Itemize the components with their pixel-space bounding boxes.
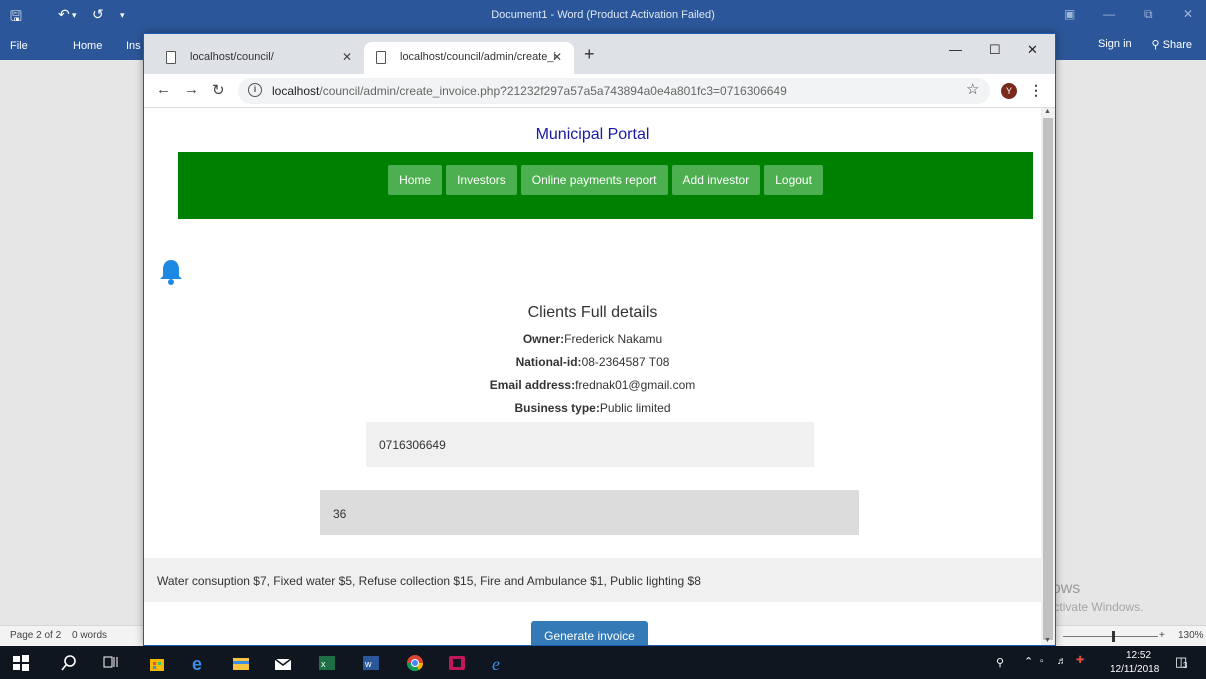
browser-toolbar: ← → ↻ i localhost/council/admin/create_i… [144,74,1055,108]
svg-text:w: w [364,659,372,669]
tab-title: localhost/council/ [190,51,274,63]
ribbon-display-icon[interactable]: ▣ [1064,7,1075,21]
tab-title: localhost/council/admin/create_i [400,51,556,63]
internet-explorer-icon[interactable]: e [490,654,508,672]
page-scrollbar[interactable]: ▲ ▼ [1041,108,1055,645]
word-title-bar: 🖫 ↶ ▾ ↺ ▾ Document1 - Word (Product Acti… [0,0,1206,32]
svg-text:e: e [492,654,500,672]
forward-icon[interactable]: → [184,81,199,98]
close-icon[interactable]: ✕ [1183,7,1193,21]
url-host: localhost [272,84,320,98]
address-bar[interactable]: i localhost/council/admin/create_invoice… [238,78,990,104]
minimize-icon[interactable]: — [1103,7,1115,21]
bookmark-star-icon[interactable]: ☆ [966,80,979,98]
nav-home-button[interactable]: Home [388,165,443,195]
scroll-down-arrow-icon[interactable]: ▼ [1044,637,1051,644]
national-id-label: National-id: [515,355,582,369]
phone-field[interactable]: 0716306649 [366,422,814,467]
reload-icon[interactable]: ↻ [212,81,225,99]
page-viewport: Municipal Portal Home Investors Online p… [144,108,1041,645]
browser-tab-create-invoice[interactable]: localhost/council/admin/create_i ✕ [364,42,574,74]
nav-add-investor-button[interactable]: Add investor [671,165,761,195]
back-icon[interactable]: ← [156,81,171,98]
browser-maximize-icon[interactable]: ☐ [989,42,1001,58]
network-icon[interactable]: ▫ [1040,656,1044,667]
email-detail: Email address:frednak01@gmail.com [144,378,1041,392]
share-label: Share [1162,39,1192,51]
nav-online-payments-report-button[interactable]: Online payments report [520,165,668,195]
security-alert-icon[interactable]: ✚ [1076,655,1084,666]
excel-icon[interactable]: x [318,654,336,672]
page-count[interactable]: Page 2 of 2 [10,630,61,641]
portal-title: Municipal Portal [535,126,650,143]
document-title: Document1 - Word (Product Activation Fai… [491,9,715,21]
share-button[interactable]: ⚲ Share [1146,36,1198,53]
browser-window: localhost/council/ ✕ localhost/council/a… [143,33,1056,646]
nav-investors-button[interactable]: Investors [446,165,517,195]
owner-label: Owner: [522,332,565,346]
task-view-icon[interactable] [102,654,120,672]
charges-summary: Water consuption $7, Fixed water $5, Ref… [144,558,1041,602]
national-id-detail: National-id:08-2364587 T08 [144,355,1041,369]
scroll-up-arrow-icon[interactable]: ▲ [1044,108,1051,115]
quantity-field[interactable]: 36 [320,490,859,535]
page-icon [376,51,386,64]
generate-invoice-button[interactable]: Generate invoice [531,621,648,645]
windows-start-icon[interactable] [12,654,30,672]
browser-close-icon[interactable]: ✕ [1027,42,1038,58]
show-hidden-icons-icon[interactable]: ⌃ [1024,655,1033,668]
close-tab-icon[interactable]: ✕ [552,50,562,64]
edge-icon[interactable]: e [190,654,208,672]
browser-tab-council[interactable]: localhost/council/ ✕ [154,42,364,74]
nav-logout-button[interactable]: Logout [764,165,823,195]
browser-minimize-icon[interactable]: — [949,42,962,57]
svg-text:e: e [192,654,202,672]
restore-icon[interactable]: ⧉ [1144,7,1153,22]
svg-text:x: x [321,659,326,669]
clock-time[interactable]: 12:52 [1126,650,1151,661]
zoom-in-icon[interactable]: + [1159,630,1165,641]
onenote-icon[interactable] [448,654,466,672]
tab-insert[interactable]: Ins [126,40,141,52]
browser-menu-icon[interactable]: ⋮ [1029,82,1043,99]
tab-strip: localhost/council/ ✕ localhost/council/a… [144,34,1055,74]
business-type-value: Public limited [599,401,671,415]
zoom-level[interactable]: 130% [1178,630,1204,641]
client-details-title: Clients Full details [527,304,658,321]
clock-date[interactable]: 12/11/2018 [1110,664,1159,675]
store-icon[interactable] [148,654,166,672]
person-icon: ⚲ [1151,39,1163,51]
sign-in-link[interactable]: Sign in [1098,38,1132,50]
file-explorer-icon[interactable] [232,654,250,672]
url-path: /council/admin/create_invoice.php?21232f… [319,84,787,98]
owner-value: Frederick Nakamu [564,332,663,346]
windows-taskbar: e x w e ⚲ ⌃ ▫ ♬ ✚ 12:52 12/11/2018 ◫ 3 [0,646,1206,679]
close-tab-icon[interactable]: ✕ [342,50,352,64]
owner-detail: Owner:Frederick Nakamu [144,332,1041,346]
word-icon[interactable]: w [362,654,380,672]
page-icon [166,51,176,64]
business-type-label: Business type: [514,401,600,415]
scroll-thumb[interactable] [1043,118,1053,640]
main-nav: Home Investors Online payments report Ad… [178,152,1033,219]
new-tab-icon[interactable]: + [584,44,595,65]
people-icon[interactable]: ⚲ [996,656,1004,669]
email-label: Email address: [489,378,576,392]
mail-icon[interactable] [274,654,292,672]
site-info-icon[interactable]: i [248,83,262,97]
chrome-icon[interactable] [406,654,424,672]
national-id-value: 08-2364587 T08 [581,355,670,369]
notification-bell-icon[interactable] [158,258,184,286]
notification-count: 3 [1183,661,1188,670]
zoom-slider[interactable] [1063,636,1158,637]
tab-file[interactable]: File [10,40,28,52]
tab-home[interactable]: Home [73,40,102,52]
email-value: frednak01@gmail.com [575,378,696,392]
word-count[interactable]: 0 words [72,630,107,641]
business-type-detail: Business type:Public limited [144,401,1041,415]
profile-avatar[interactable]: Y [1001,83,1017,99]
search-icon[interactable] [60,654,78,672]
zoom-slider-thumb[interactable] [1112,631,1115,642]
volume-icon[interactable]: ♬ [1057,656,1067,667]
